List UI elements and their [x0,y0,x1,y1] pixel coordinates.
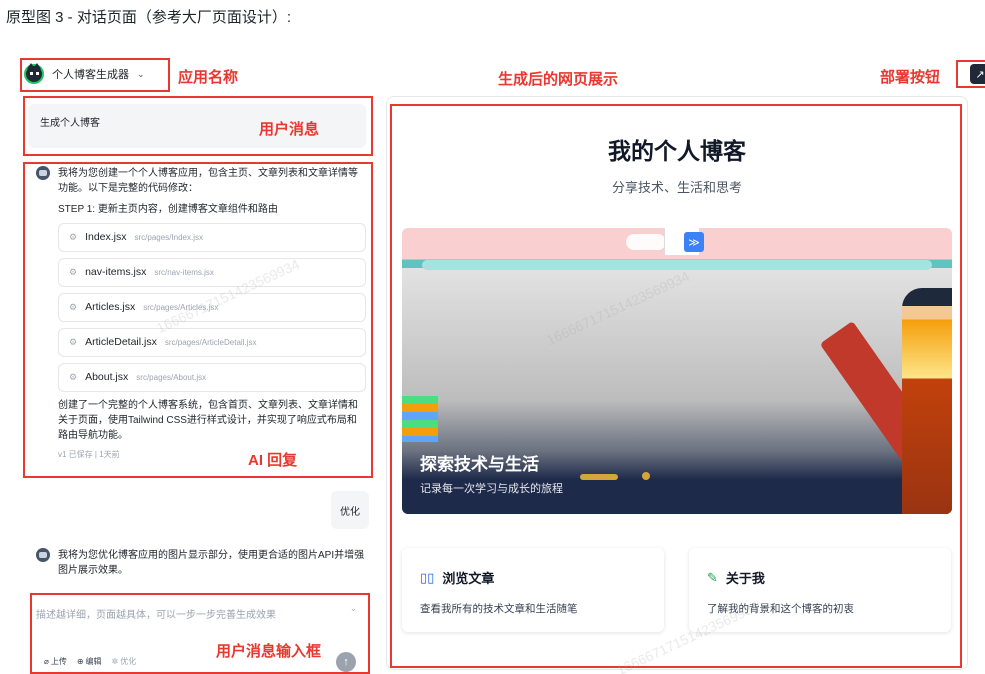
card-desc: 查看我所有的技术文章和生活随笔 [420,603,578,615]
hero-title: 探索技术与生活 [420,455,539,474]
hero-banner: ≫ 探索技术与生活 记录每一次学习与成长的旅程 [402,228,952,514]
annotation-box-ai-reply [23,162,373,478]
page-caption: 原型图 3 - 对话页面（参考大厂页面设计）: [6,9,292,26]
annotation-label-user-message: 用户消息 [259,121,320,138]
blog-title: 我的个人博客 [608,138,746,164]
ai-avatar-icon [36,548,50,562]
book-open-icon: ▯▯ [420,569,435,585]
cloud-illustration [626,234,666,250]
annotation-label-app-name: 应用名称 [178,69,239,86]
card-about-me[interactable]: ✎ 关于我 了解我的背景和这个博客的初衷 [689,548,951,632]
annotation-box-user-message [23,96,373,156]
ai-reply-2-text: 我将为您优化博客应用的图片显示部分，使用更合适的图片API并增强图片展示效果。 [58,550,365,576]
hero-decoration-bar [422,260,932,270]
annotation-label-input: 用户消息输入框 [216,643,322,660]
card-title: 浏览文章 [442,571,495,586]
annotation-label-deploy: 部署按钮 [880,69,941,86]
card-browse-articles[interactable]: ▯▯ 浏览文章 查看我所有的技术文章和生活随笔 [402,548,664,632]
ai-reply-2: 我将为您优化博客应用的图片显示部分，使用更合适的图片API并增强图片展示效果。 [36,548,366,578]
annotation-label-ai-reply: AI 回复 [248,452,298,469]
annotation-label-preview: 生成后的网页展示 [498,71,619,88]
person-illustration [902,288,952,514]
optimize-message-text: 优化 [340,506,360,518]
edit-icon: ✎ [707,569,718,585]
card-desc: 了解我的背景和这个博客的初衷 [707,603,854,615]
deploy-button[interactable]: ↗ [970,64,985,84]
books-illustration [402,396,438,442]
carousel-indicator[interactable] [642,472,650,480]
carousel-indicator-active[interactable] [580,474,618,480]
deploy-icon: ↗ [975,68,985,81]
user-message-optimize: 优化 [331,491,369,529]
annotation-box-app-name [20,58,170,92]
hero-subtitle: 记录每一次学习与成长的旅程 [420,483,563,495]
annotation-box-input [30,593,370,674]
card-title: 关于我 [725,571,765,586]
book-icon: ≫ [684,232,704,252]
blog-subtitle: 分享技术、生活和思考 [611,180,742,195]
